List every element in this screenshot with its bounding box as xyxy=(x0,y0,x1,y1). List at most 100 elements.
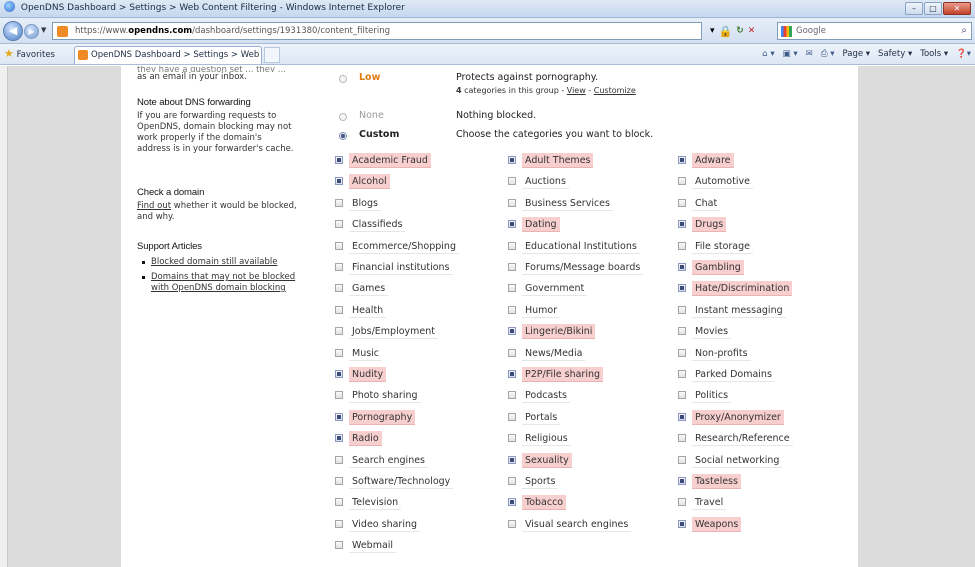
category-checkbox[interactable] xyxy=(335,391,343,400)
category-label[interactable]: Adware xyxy=(692,153,734,168)
category-checkbox[interactable] xyxy=(678,519,686,528)
category-checkbox[interactable] xyxy=(335,434,343,443)
category-checkbox[interactable] xyxy=(335,198,343,207)
history-dropdown-icon[interactable]: ▼ xyxy=(41,26,46,34)
customize-link[interactable]: Customize xyxy=(594,86,636,95)
category-checkbox[interactable] xyxy=(508,241,516,250)
category-checkbox[interactable] xyxy=(335,263,343,271)
category-label[interactable]: Humor xyxy=(522,303,561,318)
category-label[interactable]: Health xyxy=(349,303,387,318)
category-checkbox[interactable] xyxy=(508,284,516,293)
category-checkbox[interactable] xyxy=(508,177,516,186)
category-label[interactable]: Video sharing xyxy=(349,517,421,532)
category-label[interactable]: Automotive xyxy=(692,174,753,190)
category-checkbox[interactable] xyxy=(335,177,343,186)
category-checkbox[interactable] xyxy=(335,305,343,314)
category-checkbox[interactable] xyxy=(678,177,686,186)
category-checkbox[interactable] xyxy=(335,412,343,421)
category-label[interactable]: Pornography xyxy=(349,409,416,425)
category-checkbox[interactable] xyxy=(508,220,516,229)
category-label[interactable]: Financial institutions xyxy=(349,260,453,275)
category-checkbox[interactable] xyxy=(335,348,343,357)
category-label[interactable]: Non-profits xyxy=(692,346,751,361)
view-link[interactable]: View xyxy=(567,86,586,95)
category-checkbox[interactable] xyxy=(678,477,686,485)
search-input[interactable]: Google ⌕ xyxy=(777,22,972,40)
tools-menu[interactable]: Tools ▾ xyxy=(920,44,948,64)
category-label[interactable]: Travel xyxy=(692,495,727,511)
category-label[interactable]: Webmail xyxy=(349,538,397,554)
category-label[interactable]: Radio xyxy=(349,431,382,447)
level-low[interactable]: Low Protects against pornography. xyxy=(336,72,856,86)
category-label[interactable]: Tobacco xyxy=(522,495,567,511)
category-label[interactable]: Movies xyxy=(692,324,732,340)
forward-button[interactable]: ▶ xyxy=(24,24,39,39)
category-label[interactable]: Dating xyxy=(522,217,560,233)
category-checkbox[interactable] xyxy=(335,241,343,250)
category-label[interactable]: Parked Domains xyxy=(692,367,775,382)
category-label[interactable]: Lingerie/Bikini xyxy=(522,324,596,340)
back-button[interactable]: ◀ xyxy=(3,21,23,41)
category-label[interactable]: Politics xyxy=(692,388,732,404)
category-checkbox[interactable] xyxy=(678,348,686,357)
category-checkbox[interactable] xyxy=(335,541,343,550)
category-checkbox[interactable] xyxy=(335,519,343,528)
category-label[interactable]: Forums/Message boards xyxy=(522,260,644,275)
category-label[interactable]: Search engines xyxy=(349,453,429,468)
minimize-button[interactable]: – xyxy=(905,2,923,15)
feeds-icon[interactable]: ▣ ▾ xyxy=(783,44,798,64)
home-icon[interactable]: ⌂ ▾ xyxy=(762,44,774,64)
category-label[interactable]: Auctions xyxy=(522,174,569,190)
low-label[interactable]: Low xyxy=(359,72,380,83)
category-checkbox[interactable] xyxy=(678,263,686,271)
category-label[interactable]: Blogs xyxy=(349,196,381,211)
category-checkbox[interactable] xyxy=(508,412,516,421)
category-label[interactable]: News/Media xyxy=(522,346,586,361)
category-checkbox[interactable] xyxy=(335,156,343,164)
category-checkbox[interactable] xyxy=(678,220,686,229)
category-label[interactable]: Business Services xyxy=(522,196,613,211)
category-checkbox[interactable] xyxy=(508,498,516,507)
low-radio[interactable] xyxy=(339,75,347,83)
category-label[interactable]: Hate/Discrimination xyxy=(692,281,793,297)
category-checkbox[interactable] xyxy=(335,455,343,464)
category-label[interactable]: Social networking xyxy=(692,453,783,468)
category-label[interactable]: Government xyxy=(522,281,588,297)
category-checkbox[interactable] xyxy=(678,284,686,293)
category-checkbox[interactable] xyxy=(508,455,516,464)
mail-icon[interactable]: ✉ xyxy=(806,44,813,64)
category-label[interactable]: Chat xyxy=(692,196,721,211)
category-checkbox[interactable] xyxy=(678,498,686,507)
page-menu[interactable]: Page ▾ xyxy=(843,44,871,64)
category-checkbox[interactable] xyxy=(678,370,686,378)
category-label[interactable]: Photo sharing xyxy=(349,388,421,404)
category-checkbox[interactable] xyxy=(508,305,516,314)
category-label[interactable]: Games xyxy=(349,281,389,297)
category-checkbox[interactable] xyxy=(508,391,516,400)
support-article-link[interactable]: Blocked domain still available xyxy=(151,257,277,267)
new-tab-button[interactable] xyxy=(264,47,280,63)
close-window-button[interactable]: ✕ xyxy=(943,2,971,15)
level-none[interactable]: None Nothing blocked. xyxy=(336,110,856,124)
category-checkbox[interactable] xyxy=(335,284,343,293)
url-dropdown-icon[interactable]: ▾ xyxy=(710,26,715,36)
category-checkbox[interactable] xyxy=(508,370,516,378)
category-label[interactable]: Tasteless xyxy=(692,474,741,489)
print-icon[interactable]: ⎙ ▾ xyxy=(821,44,835,64)
none-label[interactable]: None xyxy=(359,110,384,121)
favorites-button[interactable]: ★ Favorites xyxy=(4,44,55,65)
category-label[interactable]: File storage xyxy=(692,239,754,254)
category-label[interactable]: Music xyxy=(349,346,383,361)
category-label[interactable]: Podcasts xyxy=(522,388,570,404)
category-label[interactable]: Educational Institutions xyxy=(522,239,640,254)
category-label[interactable]: Academic Fraud xyxy=(349,153,431,168)
category-checkbox[interactable] xyxy=(335,327,343,336)
custom-radio[interactable] xyxy=(339,132,347,140)
find-out-link[interactable]: Find out xyxy=(137,201,171,211)
category-label[interactable]: P2P/File sharing xyxy=(522,367,604,382)
category-label[interactable]: Television xyxy=(349,495,402,511)
level-custom[interactable]: Custom Choose the categories you want to… xyxy=(336,129,856,143)
support-article-link[interactable]: Domains that may not be blocked with Ope… xyxy=(151,272,295,293)
search-icon[interactable]: ⌕ xyxy=(961,23,967,39)
category-checkbox[interactable] xyxy=(678,156,686,164)
